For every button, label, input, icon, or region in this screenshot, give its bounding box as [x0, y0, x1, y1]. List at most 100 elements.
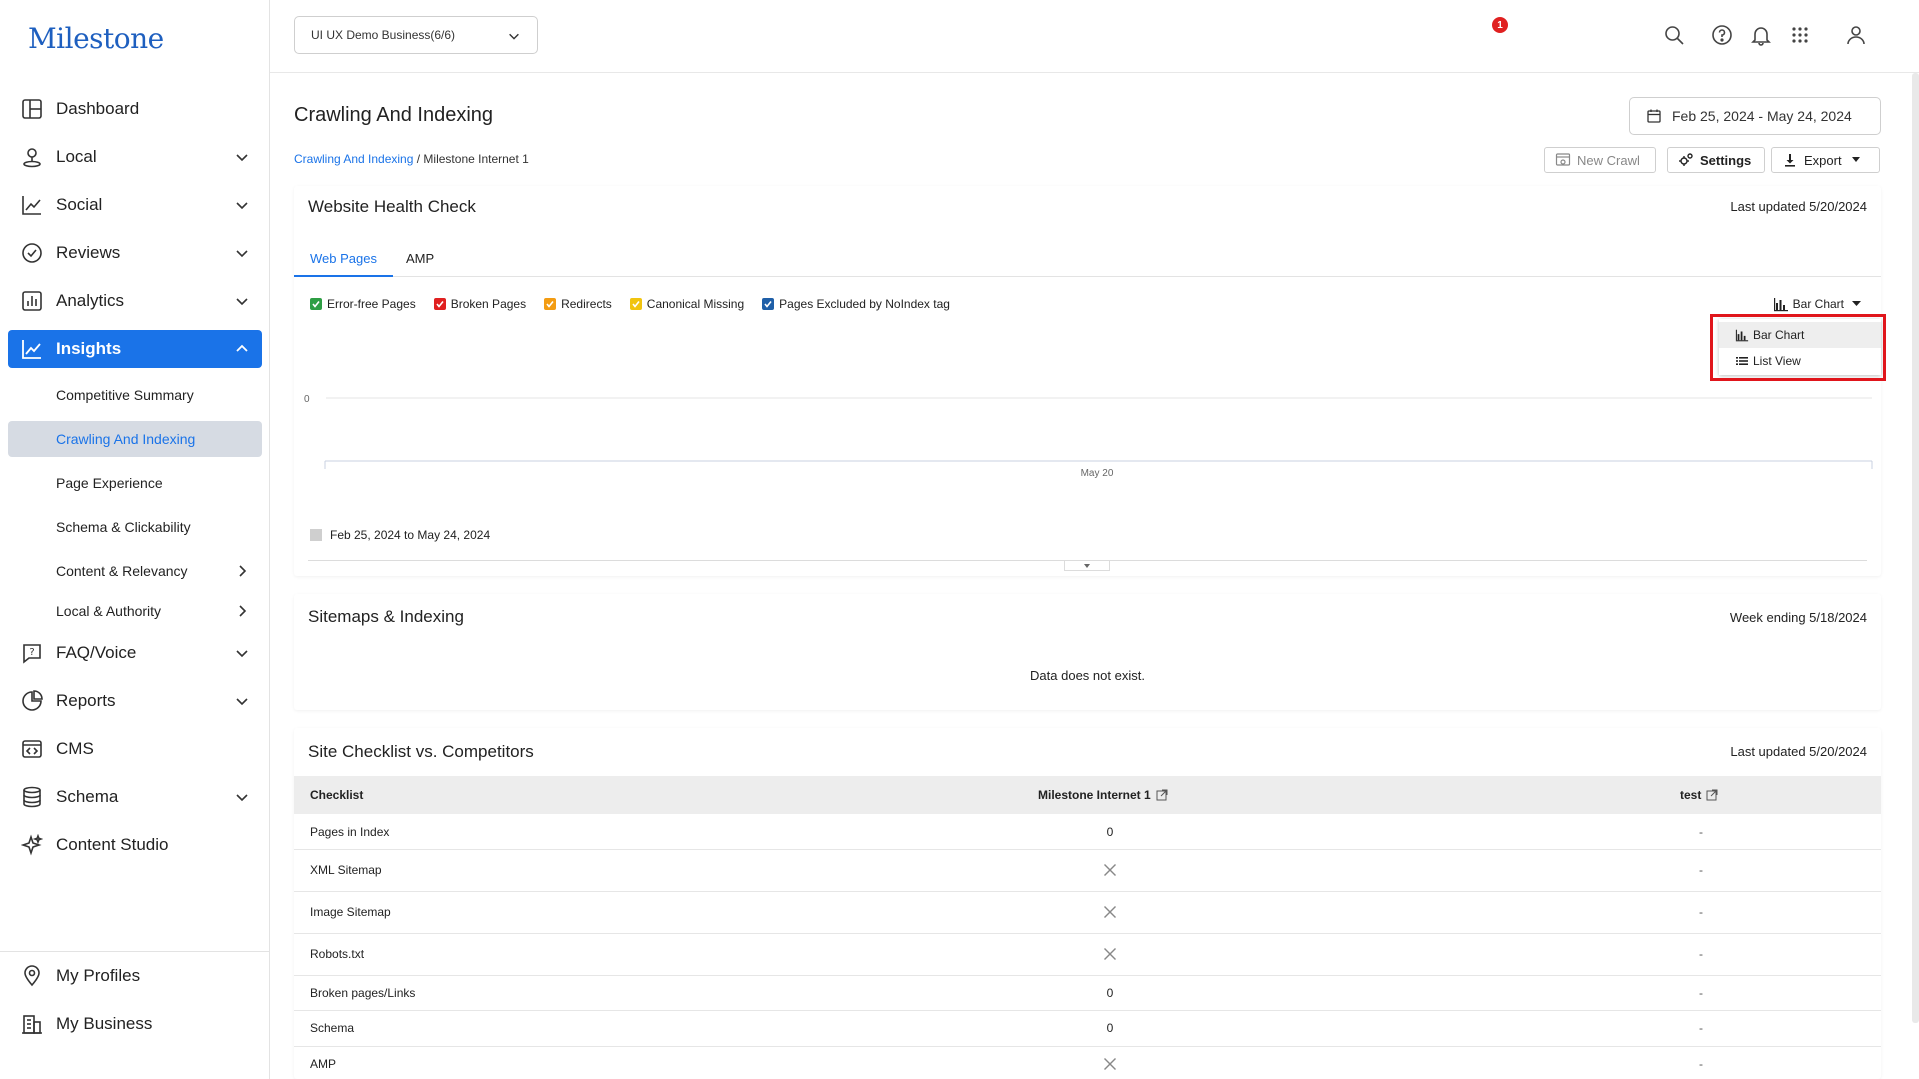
header-label: test [1680, 788, 1702, 802]
test-value: - [1699, 1021, 1703, 1035]
sitemaps-card: Sitemaps & Indexing Week ending 5/18/202… [294, 594, 1881, 710]
breadcrumb-link[interactable]: Crawling And Indexing [294, 152, 413, 166]
header-test[interactable]: test [1680, 776, 1718, 814]
tab-amp[interactable]: AMP [390, 242, 450, 275]
user-icon[interactable] [1845, 24, 1867, 46]
legend-label: Redirects [561, 297, 612, 311]
sub-label: Page Experience [56, 475, 163, 491]
checkbox-icon [310, 298, 322, 310]
sparkle-icon [20, 833, 44, 857]
sub-content-relevancy[interactable]: Content & Relevancy [8, 553, 262, 589]
health-chart: 0 May 20 [304, 394, 1873, 479]
settings-button[interactable]: Settings [1667, 147, 1765, 173]
nav-reports[interactable]: Reports [8, 682, 262, 720]
legend-label: Canonical Missing [646, 297, 745, 311]
nav-analytics[interactable]: Analytics [8, 282, 262, 320]
legend-broken-pages[interactable]: Broken Pages [433, 297, 526, 311]
header-milestone[interactable]: Milestone Internet 1 [1038, 776, 1168, 814]
date-range-value: Feb 25, 2024 - May 24, 2024 [1672, 108, 1852, 124]
sub-local-authority[interactable]: Local & Authority [8, 593, 262, 629]
legend-redirects[interactable]: Redirects [544, 297, 612, 311]
chart-type-label: Bar Chart [1792, 297, 1844, 311]
sub-crawling-indexing[interactable]: Crawling And Indexing [8, 421, 262, 457]
building-icon [20, 1012, 44, 1036]
nav-label: Content Studio [56, 835, 169, 854]
chevron-down-icon [234, 293, 250, 309]
business-select-value: UI UX Demo Business(6/6) [311, 28, 456, 42]
chevron-down-icon [234, 645, 250, 661]
table-row: Broken pages/Links 0 - [294, 975, 1881, 1011]
breadcrumb-current: / Milestone Internet 1 [416, 152, 529, 166]
help-icon[interactable] [1711, 24, 1733, 46]
milestone-logo[interactable]: Milestone [28, 22, 164, 55]
external-link-icon[interactable] [1706, 789, 1718, 801]
check-circle-icon [20, 241, 44, 265]
pie-chart-icon [20, 689, 44, 713]
sub-schema-clickability[interactable]: Schema & Clickability [8, 509, 262, 545]
website-health-card: Website Health Check Last updated 5/20/2… [294, 186, 1881, 576]
card-title: Site Checklist vs. Competitors [308, 742, 534, 761]
chevron-down-icon [234, 693, 250, 709]
nav-label: My Profiles [56, 966, 141, 985]
sub-label: Crawling And Indexing [56, 431, 196, 447]
sidebar-divider [0, 951, 269, 952]
nav-label: Reports [56, 691, 116, 710]
nav-social[interactable]: Social [8, 186, 262, 224]
export-button[interactable]: Export [1771, 147, 1880, 173]
nav-label: Insights [56, 339, 122, 358]
download-icon [1782, 152, 1798, 168]
legend-noindex[interactable]: Pages Excluded by NoIndex tag [762, 297, 950, 311]
expand-handle[interactable] [1064, 561, 1110, 571]
chevron-down-icon [234, 197, 250, 213]
line-chart-icon [20, 193, 44, 217]
sub-label: Local & Authority [56, 603, 162, 619]
nav-my-profiles[interactable]: My Profiles [8, 957, 262, 995]
legend-canonical-missing[interactable]: Canonical Missing [629, 297, 745, 311]
checkbox-icon [762, 298, 775, 310]
legend-label: Error-free Pages [327, 297, 416, 311]
search-icon[interactable] [1663, 24, 1685, 46]
tab-web-pages[interactable]: Web Pages [294, 242, 393, 277]
business-select[interactable]: UI UX Demo Business(6/6) [294, 16, 538, 54]
sub-page-experience[interactable]: Page Experience [8, 465, 262, 501]
chart-type-toggle[interactable]: Bar Chart [1773, 296, 1861, 312]
test-value: - [1699, 863, 1703, 877]
period-label: Feb 25, 2024 to May 24, 2024 [330, 528, 491, 542]
health-tabs: Web Pages AMP [294, 242, 1881, 277]
checkbox-icon [629, 298, 642, 310]
nav-faq-voice[interactable]: ? FAQ/Voice [8, 634, 262, 672]
nav-my-business[interactable]: My Business [8, 1005, 262, 1043]
external-link-icon[interactable] [1156, 789, 1168, 801]
nav-dashboard[interactable]: Dashboard [8, 90, 262, 128]
nav-content-studio[interactable]: Content Studio [8, 826, 262, 864]
checkbox-icon [433, 298, 446, 310]
checklist-name: AMP [310, 1057, 337, 1071]
nav-cms[interactable]: CMS [8, 730, 262, 768]
table-row: XML Sitemap - [294, 849, 1881, 892]
highlight-annotation-box [1710, 314, 1886, 381]
legend-error-free[interactable]: Error-free Pages [310, 297, 416, 311]
table-row: Pages in Index 0 - [294, 814, 1881, 850]
table-row: Image Sitemap - [294, 891, 1881, 934]
nav-schema[interactable]: Schema [8, 778, 262, 816]
trend-chart-icon [20, 337, 44, 361]
nav-reviews[interactable]: Reviews [8, 234, 262, 272]
chevron-right-icon [234, 603, 250, 619]
sub-competitive-summary[interactable]: Competitive Summary [8, 377, 262, 413]
nav-label: Analytics [56, 291, 125, 310]
bell-icon[interactable] [1750, 24, 1772, 46]
database-icon [20, 785, 44, 809]
bar-chart-icon [1773, 296, 1789, 312]
date-range-picker[interactable]: Feb 25, 2024 - May 24, 2024 [1629, 97, 1881, 135]
settings-label: Settings [1700, 152, 1752, 168]
empty-state: Data does not exist. [1030, 668, 1145, 683]
nav-insights[interactable]: Insights [8, 330, 262, 368]
chevron-down-icon [234, 149, 250, 165]
apps-grid-icon[interactable] [1789, 24, 1811, 46]
nav-local[interactable]: Local [8, 138, 262, 176]
page-scrollbar[interactable] [1912, 73, 1919, 1023]
test-value: - [1699, 947, 1703, 961]
y-tick-label: 0 [304, 394, 310, 405]
tab-label: AMP [406, 251, 435, 266]
new-crawl-button[interactable]: New Crawl [1544, 147, 1656, 173]
